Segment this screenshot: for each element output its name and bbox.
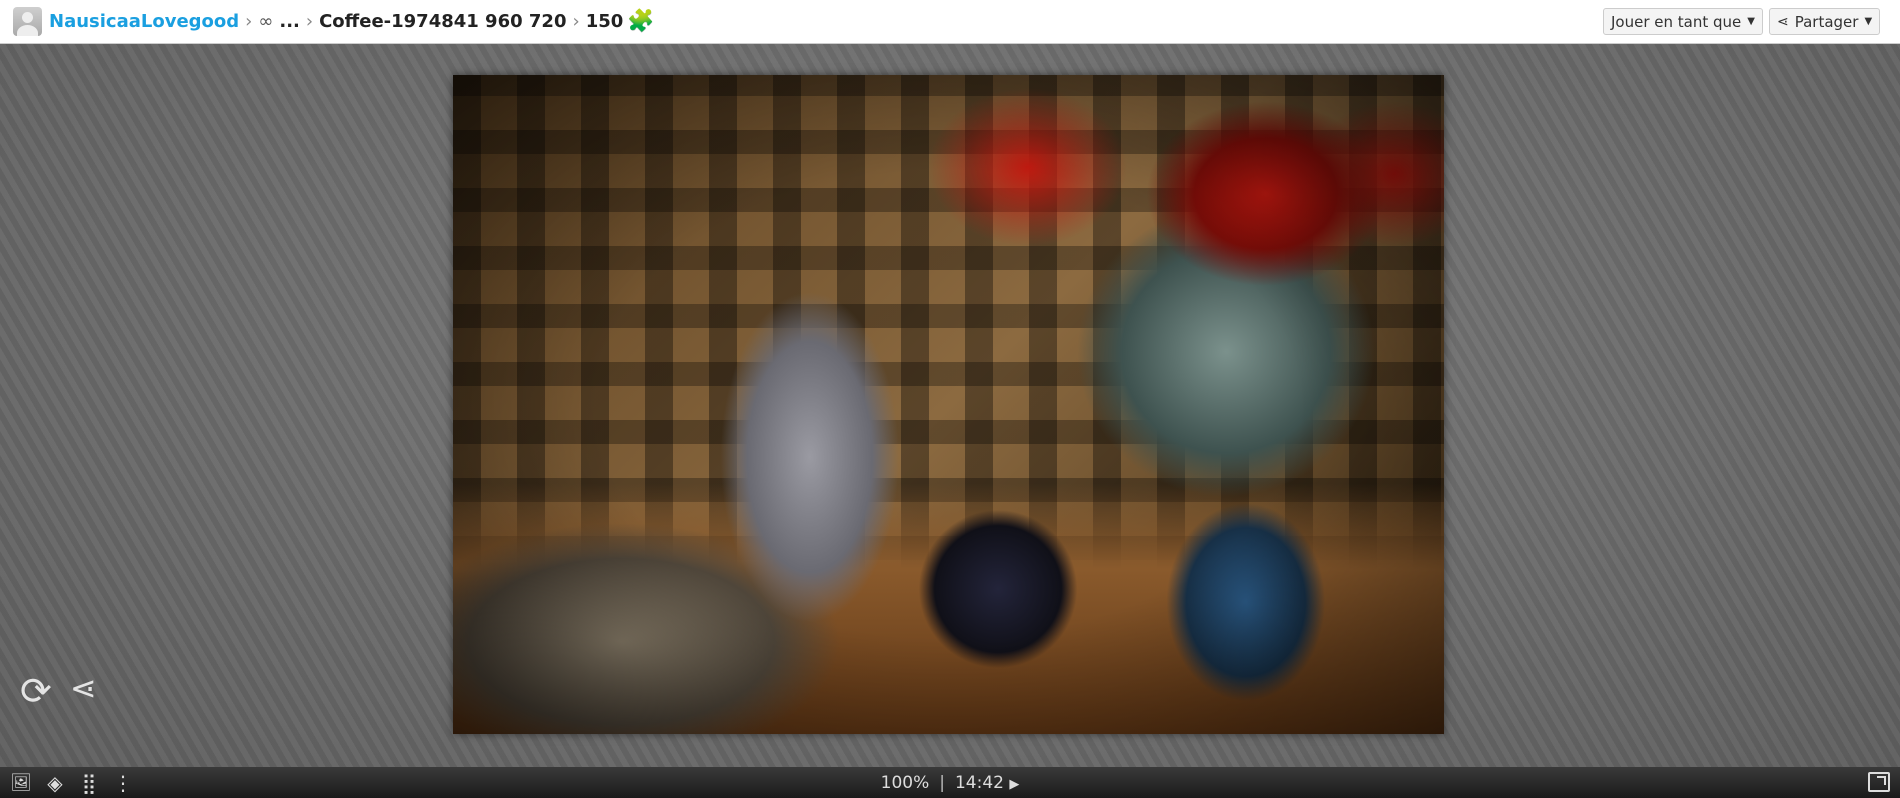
share-icon[interactable]: ⋖	[70, 672, 97, 710]
share-icon: ⋖	[1777, 13, 1789, 30]
side-actions: ⟳ ⋖	[20, 672, 97, 710]
divider: |	[939, 772, 945, 793]
puzzle-icon: 🧩	[627, 9, 655, 34]
play-as-button[interactable]: Jouer en tant que ▼	[1603, 8, 1763, 35]
breadcrumb-album[interactable]: Coffee-1974841 960 720	[319, 11, 566, 32]
status: 100% | 14:42 ▶	[0, 773, 1900, 793]
play-as-label: Jouer en tant que	[1611, 12, 1742, 31]
breadcrumb-user[interactable]: NausicaaLovegood	[49, 11, 239, 32]
play-icon[interactable]: ▶	[1009, 777, 1019, 792]
chevron-right-icon: ›	[245, 11, 253, 32]
share-button[interactable]: ⋖ Partager ▼	[1769, 8, 1881, 35]
breadcrumb-pieces: 150	[585, 11, 624, 32]
refresh-icon[interactable]: ⟳	[20, 672, 52, 710]
bottom-toolbar: 🖼 ◈ ⣿ ⋮ 100% | 14:42 ▶	[0, 767, 1900, 798]
zoom-level: 100%	[880, 772, 930, 793]
caret-down-icon: ▼	[1864, 16, 1873, 27]
puzzle-image[interactable]	[453, 75, 1444, 734]
avatar[interactable]	[13, 7, 42, 36]
link-icon[interactable]: ∞	[258, 11, 273, 32]
share-label: Partager	[1794, 12, 1859, 31]
timer: 14:42	[954, 772, 1004, 793]
breadcrumb-ellipsis[interactable]: ...	[279, 11, 300, 32]
puzzle-board[interactable]	[0, 44, 1900, 767]
top-bar: NausicaaLovegood › ∞ ... › Coffee-197484…	[0, 0, 1900, 44]
chevron-right-icon: ›	[305, 11, 314, 32]
fullscreen-icon[interactable]	[1868, 772, 1890, 792]
chevron-right-icon: ›	[572, 11, 580, 32]
caret-down-icon: ▼	[1747, 16, 1755, 27]
